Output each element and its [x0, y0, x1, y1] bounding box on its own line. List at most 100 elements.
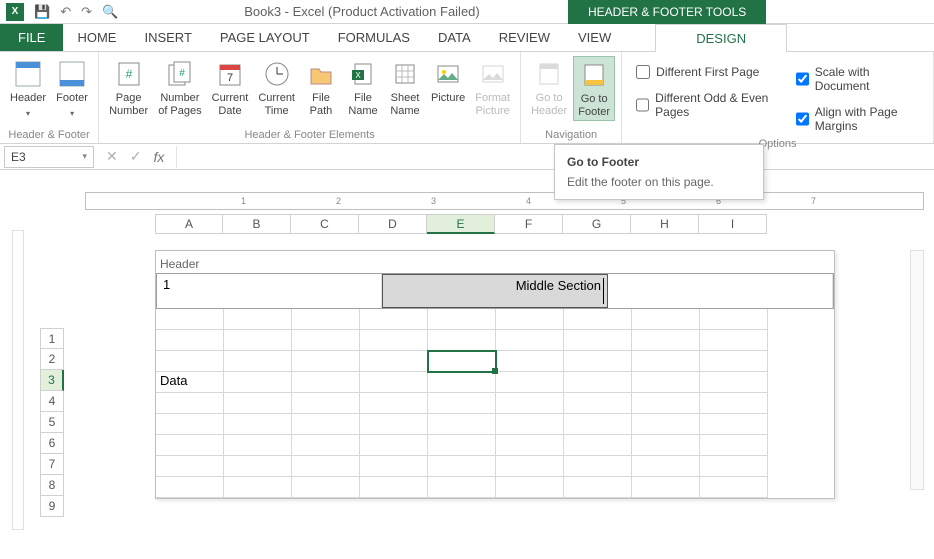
row-header[interactable]: 2 [40, 349, 64, 370]
name-box[interactable]: E3 ▾ [4, 146, 94, 168]
cell[interactable] [700, 393, 768, 414]
touch-mode-icon[interactable]: 🔍 [102, 4, 118, 20]
cell[interactable] [428, 372, 496, 393]
cell[interactable] [224, 309, 292, 330]
cell[interactable] [632, 393, 700, 414]
col-header[interactable]: B [223, 214, 291, 234]
cell-selected[interactable] [428, 351, 496, 372]
cell[interactable] [156, 309, 224, 330]
different-odd-even-checkbox[interactable]: Different Odd & Even Pages [628, 88, 786, 122]
col-header[interactable]: F [495, 214, 563, 234]
col-header[interactable]: H [631, 214, 699, 234]
cell[interactable] [428, 393, 496, 414]
cell[interactable] [156, 330, 224, 351]
tab-view[interactable]: VIEW [564, 24, 625, 51]
file-name-button[interactable]: X File Name [343, 56, 383, 119]
fx-icon[interactable]: fx [153, 149, 164, 165]
cell[interactable] [632, 414, 700, 435]
cell[interactable] [156, 351, 224, 372]
cell[interactable] [700, 372, 768, 393]
cell[interactable] [564, 456, 632, 477]
cell[interactable] [564, 393, 632, 414]
tab-file[interactable]: FILE [0, 24, 63, 51]
cell[interactable] [700, 435, 768, 456]
cell[interactable] [292, 309, 360, 330]
undo-icon[interactable]: ↶ [60, 4, 71, 20]
cell[interactable] [292, 372, 360, 393]
footer-button[interactable]: Footer [52, 56, 92, 121]
cell[interactable] [496, 477, 564, 498]
different-first-page-checkbox[interactable]: Different First Page [628, 62, 786, 82]
cell[interactable] [292, 456, 360, 477]
tab-home[interactable]: HOME [63, 24, 130, 51]
cell[interactable] [156, 393, 224, 414]
row-header[interactable]: 9 [40, 496, 64, 517]
tab-insert[interactable]: INSERT [130, 24, 205, 51]
tab-design[interactable]: DESIGN [655, 24, 787, 52]
cell[interactable] [224, 393, 292, 414]
cell[interactable] [632, 330, 700, 351]
cell[interactable] [292, 477, 360, 498]
cell[interactable] [632, 372, 700, 393]
picture-button[interactable]: Picture [427, 56, 469, 107]
cell[interactable] [496, 330, 564, 351]
cell[interactable] [564, 309, 632, 330]
file-path-button[interactable]: File Path [301, 56, 341, 119]
col-header[interactable]: C [291, 214, 359, 234]
cell[interactable] [632, 435, 700, 456]
align-page-margins-checkbox[interactable]: Align with Page Margins [788, 102, 927, 136]
cell[interactable] [428, 414, 496, 435]
cell[interactable] [496, 435, 564, 456]
cell[interactable] [632, 456, 700, 477]
cell[interactable] [224, 456, 292, 477]
cell[interactable] [360, 414, 428, 435]
cell[interactable] [156, 456, 224, 477]
cell[interactable] [496, 309, 564, 330]
cell[interactable] [632, 351, 700, 372]
cell[interactable] [292, 435, 360, 456]
cell[interactable] [428, 477, 496, 498]
cell[interactable] [156, 414, 224, 435]
cell[interactable] [360, 435, 428, 456]
cell[interactable] [496, 372, 564, 393]
cell[interactable] [700, 477, 768, 498]
cell[interactable] [700, 351, 768, 372]
row-header[interactable]: 1 [40, 328, 64, 349]
cell[interactable] [428, 456, 496, 477]
cell[interactable] [496, 351, 564, 372]
cell[interactable] [564, 372, 632, 393]
save-icon[interactable]: 💾 [34, 4, 50, 20]
tab-formulas[interactable]: FORMULAS [324, 24, 424, 51]
current-time-button[interactable]: Current Time [254, 56, 299, 119]
sheet-name-button[interactable]: Sheet Name [385, 56, 425, 119]
col-header[interactable]: A [155, 214, 223, 234]
cell[interactable] [224, 477, 292, 498]
cell[interactable] [360, 456, 428, 477]
cell[interactable] [224, 435, 292, 456]
header-button[interactable]: Header [6, 56, 50, 121]
col-header[interactable]: I [699, 214, 767, 234]
row-header-selected[interactable]: 3 [40, 370, 64, 391]
page-number-button[interactable]: # Page Number [105, 56, 152, 119]
cell[interactable] [700, 309, 768, 330]
cell[interactable] [632, 309, 700, 330]
cell[interactable] [496, 414, 564, 435]
row-header[interactable]: 5 [40, 412, 64, 433]
col-header-selected[interactable]: E [427, 214, 495, 234]
row-header[interactable]: 4 [40, 391, 64, 412]
cell[interactable] [360, 477, 428, 498]
redo-icon[interactable]: ↷ [81, 4, 92, 20]
cell[interactable] [292, 330, 360, 351]
goto-footer-button[interactable]: Go to Footer [573, 56, 615, 121]
cell[interactable] [564, 477, 632, 498]
cell[interactable] [496, 393, 564, 414]
cell[interactable] [224, 372, 292, 393]
tab-data[interactable]: DATA [424, 24, 485, 51]
cell[interactable] [224, 351, 292, 372]
cell[interactable] [292, 351, 360, 372]
cell[interactable] [224, 330, 292, 351]
cell[interactable] [428, 309, 496, 330]
cell[interactable] [700, 414, 768, 435]
cell[interactable] [292, 414, 360, 435]
cell[interactable] [156, 435, 224, 456]
